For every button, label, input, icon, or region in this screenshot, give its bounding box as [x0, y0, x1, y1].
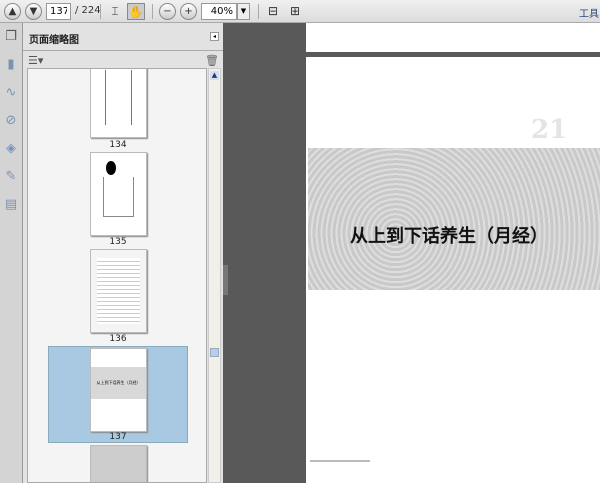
navigation-strip: ❐ ▮ ∿ ⊘ ◈ ✎ ▤ — [0, 23, 23, 483]
document-page: 21 从上到下话养生（月经） — [306, 57, 600, 483]
thumbnail-135[interactable] — [90, 152, 147, 236]
thumbnail-label: 136 — [109, 334, 127, 344]
fit-width-icon[interactable]: ⊟ — [264, 3, 282, 20]
thumbnail-138[interactable] — [90, 445, 147, 482]
zoom-dropdown-icon[interactable]: ▼ — [237, 3, 250, 20]
tools-link[interactable]: 工具 — [579, 5, 599, 20]
footer-text — [310, 460, 370, 462]
zoom-out-button[interactable]: − — [159, 3, 176, 20]
chapter-title: 从上到下话养生（月经） — [350, 226, 548, 247]
thumbnail-title: 从上到下话养生（月经） — [91, 367, 146, 399]
separator — [100, 4, 101, 19]
zoom-input[interactable] — [201, 3, 237, 20]
page-total: / 224 — [75, 5, 101, 16]
layers-icon[interactable]: ◈ — [3, 141, 19, 157]
bookmark-icon[interactable]: ▮ — [3, 57, 19, 73]
separator — [152, 4, 153, 19]
pages-icon[interactable]: ❐ — [3, 29, 19, 45]
panel-resize-handle[interactable] — [223, 265, 228, 295]
toolbar: ▲ ▼ / 224 ⌶ ✋ − + ▼ ⊟ ⊞ 工具 — [0, 0, 600, 23]
separator — [258, 4, 259, 19]
collapse-panel-icon[interactable]: ◂ — [210, 32, 219, 41]
zoom-in-button[interactable]: + — [180, 3, 197, 20]
thumbnail-list: 134 135 136 从上到下话养生（月经） 137 — [27, 68, 207, 483]
thumbnail-134[interactable] — [90, 69, 147, 138]
attachment-icon[interactable]: ⊘ — [3, 113, 19, 129]
decorative-cloud-band — [308, 148, 600, 290]
page-number-input[interactable] — [46, 3, 71, 20]
scrollbar-thumb[interactable] — [210, 348, 219, 357]
previous-page — [306, 23, 600, 52]
panel-title: 页面缩略图 — [29, 35, 79, 46]
previous-page-button[interactable]: ▲ — [4, 3, 21, 20]
thumbnail-scrollbar[interactable]: ▲ — [208, 68, 221, 483]
content-icon[interactable]: ▤ — [3, 197, 19, 213]
thumbnail-label: 134 — [109, 140, 127, 150]
chapter-number: 21 — [531, 115, 568, 145]
thumbnail-label: 135 — [109, 237, 127, 247]
next-page-button[interactable]: ▼ — [25, 3, 42, 20]
thumbnail-label: 137 — [109, 432, 127, 442]
trash-icon[interactable]: 🗑 — [205, 54, 219, 67]
signature-icon[interactable]: ✎ — [3, 169, 19, 185]
links-icon[interactable]: ∿ — [3, 85, 19, 101]
select-tool-icon[interactable]: ⌶ — [106, 3, 124, 20]
scroll-up-icon[interactable]: ▲ — [210, 71, 219, 80]
thumbnail-137[interactable]: 从上到下话养生（月经） — [90, 348, 147, 432]
thumbnail-136[interactable] — [90, 249, 147, 333]
hand-tool-icon[interactable]: ✋ — [127, 3, 145, 20]
options-menu-icon[interactable]: ☰▾ — [28, 54, 43, 67]
fit-page-icon[interactable]: ⊞ — [286, 3, 304, 20]
